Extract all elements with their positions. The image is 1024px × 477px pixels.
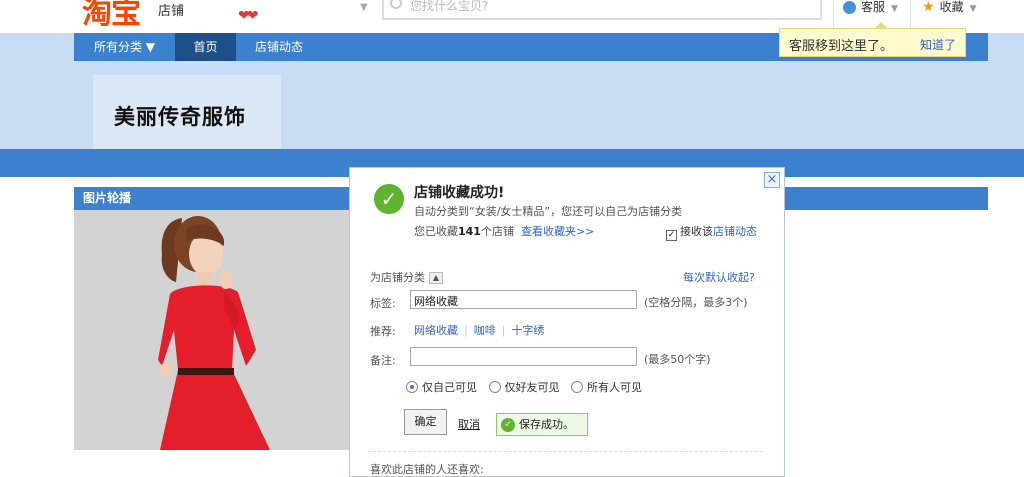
also-like-heading: 喜欢此店铺的人还喜欢:	[370, 463, 484, 476]
radio-button[interactable]	[571, 381, 583, 393]
favorite-success-dialog: × ✓ 店铺收藏成功! 自动分类到“女装/女士精品”，您还可以自己为店铺分类 您…	[349, 167, 785, 477]
dialog-title: 店铺收藏成功!	[414, 185, 505, 201]
taobao-logo[interactable]: 淘宝	[82, 0, 141, 32]
search-icon	[390, 0, 402, 9]
note-input[interactable]	[410, 347, 637, 366]
note-label: 备注:	[370, 354, 396, 367]
default-collapse-link[interactable]: 每次默认收起?	[683, 269, 755, 285]
recommend-tag[interactable]: 十字绣	[511, 324, 544, 337]
radio-label: 所有人可见	[587, 381, 642, 394]
carousel-image[interactable]	[74, 210, 350, 450]
visibility-public[interactable]: 所有人可见	[571, 381, 642, 394]
visibility-options: 仅自己可见 仅好友可见 所有人可见	[406, 379, 650, 395]
receive-label: 接收该	[680, 225, 713, 238]
recommend-tags: 网络收藏 | 咖啡 | 十字绣	[414, 324, 545, 337]
receive-updates-checkbox[interactable]: ✓	[666, 230, 677, 241]
logo-subtitle: 店铺	[158, 4, 185, 19]
recommend-tag[interactable]: 咖啡	[474, 324, 496, 337]
success-check-icon: ✓	[374, 184, 404, 214]
radio-label: 仅自己可见	[422, 381, 477, 394]
nav-shop-news[interactable]: 店铺动态	[236, 33, 322, 61]
receive-updates-option[interactable]: ✓ 接收该店铺动态	[666, 223, 757, 241]
success-check-icon: ✓	[501, 418, 515, 432]
customer-service-tooltip: 客服移到这里了。 知道了	[779, 22, 966, 57]
favorite-count-text: 您已收藏141个店铺 查看收藏夹>>	[414, 223, 594, 239]
favorite-button[interactable]: ★ 收藏 ▼	[922, 0, 977, 15]
favorite-count: 141	[458, 225, 481, 238]
save-success-badge: ✓ 保存成功。	[496, 413, 588, 436]
category-label: 为店铺分类	[370, 271, 425, 284]
chevron-down-icon: ▼	[969, 4, 977, 14]
close-icon[interactable]: ×	[764, 172, 780, 188]
favorite-label: 收藏	[939, 0, 964, 14]
tag-input[interactable]: 网络收藏	[410, 290, 637, 309]
note-hint: (最多50个字)	[644, 353, 711, 366]
recommend-tag[interactable]: 网络收藏	[414, 324, 458, 337]
confirm-button[interactable]: 确定	[404, 409, 447, 435]
nav-home[interactable]: 首页	[175, 33, 236, 61]
dialog-description: 自动分类到“女装/女士精品”，您还可以自己为店铺分类	[414, 205, 683, 218]
divider	[368, 451, 763, 452]
visibility-friends[interactable]: 仅好友可见	[488, 381, 560, 394]
visibility-private[interactable]: 仅自己可见	[406, 381, 477, 394]
shop-news-link[interactable]: 店铺动态	[713, 225, 757, 238]
count-prefix: 您已收藏	[414, 225, 458, 238]
count-suffix: 个店铺	[480, 225, 514, 238]
customer-service-label: 客服	[861, 0, 886, 14]
tag-label: 标签:	[370, 297, 396, 310]
customer-service-icon	[843, 1, 856, 14]
recommend-label: 推荐:	[370, 325, 396, 338]
collapse-toggle-icon[interactable]: ▲	[429, 272, 443, 284]
radio-button[interactable]	[406, 381, 418, 393]
nav-all-categories[interactable]: 所有分类 ▼	[74, 33, 175, 61]
category-row: 为店铺分类 ▲	[370, 269, 443, 285]
customer-service-button[interactable]: 客服 ▼	[843, 0, 898, 15]
view-favorites-link[interactable]: 查看收藏夹>>	[521, 225, 594, 238]
star-icon: ★	[922, 0, 935, 15]
tooltip-text: 客服移到这里了。	[789, 39, 894, 54]
chevron-down-icon: ▼	[891, 4, 898, 14]
cancel-link[interactable]: 取消	[458, 416, 480, 432]
divider	[833, 0, 834, 28]
search-input[interactable]: 您找什么宝贝?	[410, 0, 488, 14]
tag-hint: (空格分隔，最多3个)	[644, 296, 748, 309]
save-success-text: 保存成功。	[519, 418, 574, 431]
divider	[910, 0, 911, 28]
model-photo	[74, 210, 350, 450]
radio-label: 仅好友可见	[504, 381, 560, 394]
radio-button[interactable]	[488, 381, 501, 393]
shop-rating-hearts-icon[interactable]: ❤❤	[238, 8, 259, 24]
tooltip-dismiss-link[interactable]: 知道了	[920, 36, 956, 53]
shop-title[interactable]: 美丽传奇服饰	[114, 101, 246, 131]
chevron-down-icon[interactable]: ▼	[360, 2, 368, 13]
search-box[interactable]: 您找什么宝贝?	[382, 0, 822, 20]
